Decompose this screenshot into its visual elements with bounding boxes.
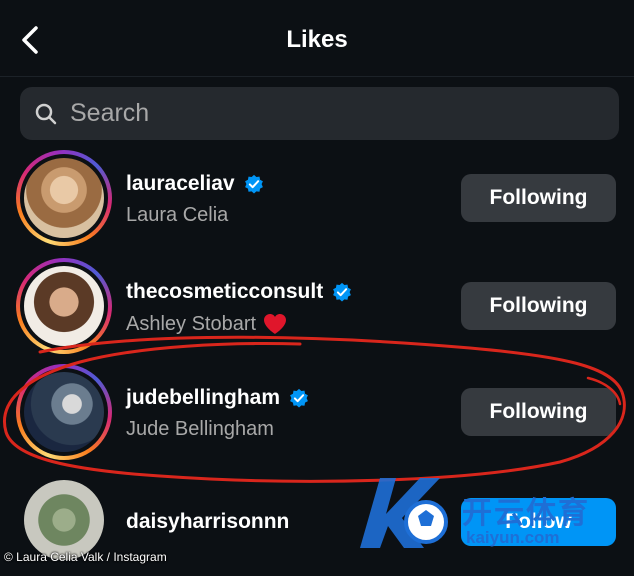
full-name: Ashley Stobart — [126, 312, 353, 336]
avatar-border — [20, 368, 108, 456]
photo-credit: © Laura Celia Valk / Instagram — [4, 550, 167, 564]
verified-badge-icon — [288, 387, 310, 409]
brand-logo-icon — [360, 478, 448, 548]
verified-badge-icon — [243, 173, 265, 195]
watermark-url: kaiyun.com — [466, 528, 560, 547]
full-name: Laura Celia — [126, 204, 229, 226]
search-bar[interactable] — [20, 87, 619, 140]
watermark: 开云体育 kaiyun.com — [350, 466, 634, 567]
avatar — [24, 158, 104, 238]
avatar-border — [20, 262, 108, 350]
list-item[interactable]: lauraceliav Laura Celia Following — [0, 150, 634, 250]
page-title: Likes — [286, 26, 348, 53]
username[interactable]: judebellingham — [126, 386, 310, 410]
username[interactable]: daisyharrisonnn — [126, 510, 289, 534]
story-ring[interactable] — [16, 258, 112, 354]
header-bar: Likes — [0, 0, 634, 77]
story-ring[interactable] — [16, 364, 112, 460]
following-button[interactable]: Following — [461, 282, 616, 330]
list-item[interactable]: thecosmeticconsult Ashley Stobart Follow… — [0, 258, 634, 358]
avatar — [24, 372, 104, 452]
list-item[interactable]: judebellingham Jude Bellingham Following — [0, 364, 634, 464]
username[interactable]: thecosmeticconsult — [126, 280, 353, 304]
search-icon — [35, 103, 57, 124]
username[interactable]: lauraceliav — [126, 172, 265, 196]
full-name: Jude Bellingham — [126, 418, 274, 440]
following-button[interactable]: Following — [461, 174, 616, 222]
verified-badge-icon — [331, 281, 353, 303]
search-input[interactable] — [68, 98, 572, 129]
avatar-border — [20, 154, 108, 242]
following-button[interactable]: Following — [461, 388, 616, 436]
watermark-brand: 开云体育 — [462, 497, 590, 530]
heart-icon — [262, 312, 288, 336]
avatar — [24, 266, 104, 346]
story-ring[interactable] — [16, 150, 112, 246]
avatar — [24, 480, 104, 560]
